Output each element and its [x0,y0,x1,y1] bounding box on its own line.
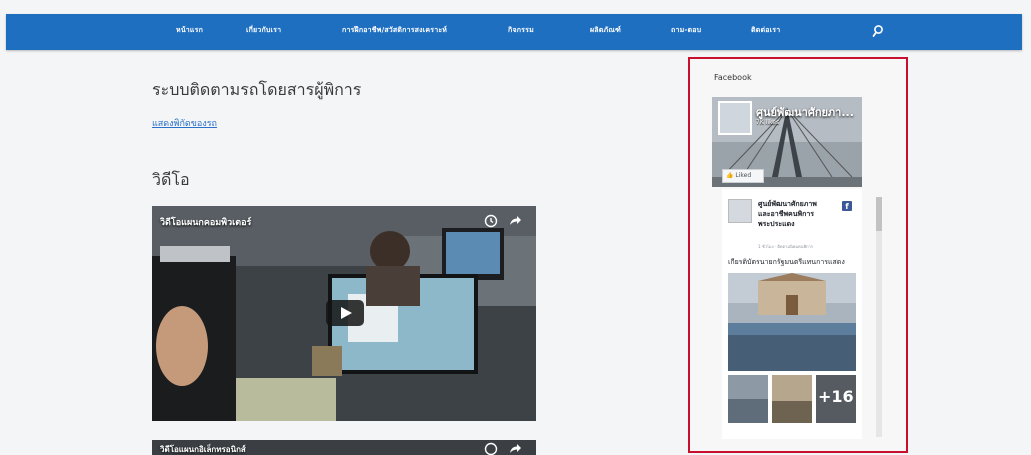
liked-button[interactable]: 👍 Liked [722,169,764,183]
thumb-photo-image [772,375,812,423]
video-player-computer-dept[interactable]: วิดีโอแผนกคอมพิวเตอร์ [152,206,536,421]
nav-item-products[interactable]: ผลิตภัณฑ์ [590,25,621,36]
watch-later-icon[interactable] [484,442,498,455]
nav-item-activities[interactable]: กิจกรรม [508,25,534,36]
nav-item-home[interactable]: หน้าแรก [176,25,203,36]
nav-item-faq[interactable]: ถาม-ตอบ [671,25,701,36]
video-title: วิดีโอแผนกคอมพิวเตอร์ [160,218,252,228]
nav-item-training-welfare[interactable]: การฝึกอาชีพ/สวัสดิการสงเคราะห์ [342,25,447,36]
facebook-widget-highlighted: Facebook ศูนย์พัฒนาศักยภา... 7K likes 👍 … [688,57,908,453]
facebook-feed[interactable]: ศูนย์พัฒนาศักยภาพและอาชีพคนพิการพระประแด… [722,189,862,439]
nav-item-about[interactable]: เกี่ยวกับเรา [246,25,281,36]
thumb-photo-image [728,375,768,423]
video-section-title: วิดีโอ [152,170,190,189]
share-icon[interactable] [508,442,522,455]
post-author-name[interactable]: ศูนย์พัฒนาศักยภาพและอาชีพคนพิการพระประแด… [758,199,828,229]
post-thumb-2[interactable] [772,375,812,423]
scrollbar-thumb[interactable] [876,197,882,231]
post-author-avatar[interactable] [728,199,752,223]
top-navbar: หน้าแรก เกี่ยวกับเรา การฝึกอาชีพ/สวัสดิก… [6,14,1022,50]
post-text: เกียรติบัตรนายกรัฐมนตรีแทนการแสดง [728,258,845,266]
liked-label: Liked [735,172,752,179]
widget-title: Facebook [714,73,752,82]
video-title: วิดีโอแผนกอิเล็กทรอนิกส์ [160,445,246,454]
page-avatar[interactable] [718,101,752,135]
share-icon[interactable] [508,214,522,228]
post-thumb-more[interactable]: +16 [816,375,856,423]
nav-item-contact[interactable]: ติดต่อเรา [751,25,780,36]
page-likes-count: 7K likes [756,119,780,126]
facebook-page-cover[interactable]: ศูนย์พัฒนาศักยภา... 7K likes 👍 Liked [712,97,862,187]
post-main-photo[interactable] [728,273,856,371]
post-thumb-1[interactable] [728,375,768,423]
watch-later-icon[interactable] [484,214,498,228]
video-player-electronics-dept[interactable]: วิดีโอแผนกอิเล็กทรอนิกส์ [152,440,536,455]
search-icon[interactable] [872,24,884,38]
more-photos-count: +16 [818,387,854,406]
thumbs-up-icon: 👍 [726,172,734,179]
post-meta: 1 ชั่วโมง · ติดตามนิคมคนพิการ [758,244,813,249]
feed-scrollbar[interactable] [876,197,882,437]
group-photo-image [728,273,856,371]
page-title: ระบบติดตามรถโดยสารผู้พิการ [152,80,362,99]
play-button[interactable] [326,300,364,326]
show-bus-location-link[interactable]: แสดงพิกัดของรถ [152,116,217,130]
facebook-logo-icon: f [842,201,852,211]
